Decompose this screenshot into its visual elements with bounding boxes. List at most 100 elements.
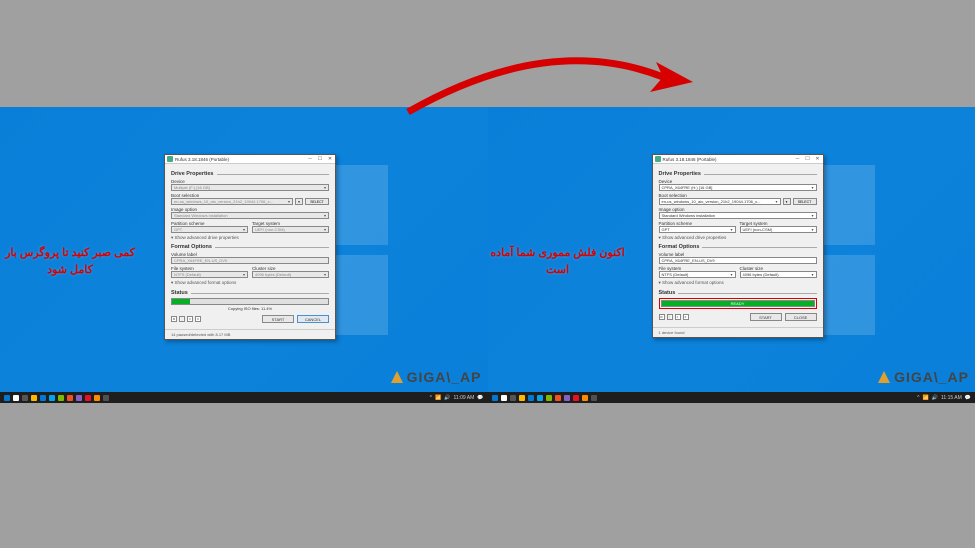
image-option-select[interactable]: Standard Windows installation [171,212,329,219]
start-icon[interactable] [492,395,498,401]
app-icon-1[interactable] [49,395,55,401]
titlebar[interactable]: Rufus 3.18.1846 (Portable) ─ ☐ ✕ [165,155,335,164]
app-icon-4[interactable] [76,395,82,401]
adv-drive-link[interactable]: ▾ Show advanced drive properties [171,235,329,241]
ready-text: READY [662,301,814,306]
tray-wifi-icon[interactable]: 📶 [435,395,441,401]
app-icon-3[interactable] [67,395,73,401]
ready-highlight: READY [659,298,817,309]
titlebar[interactable]: Rufus 3.18.1846 (Portable) ─ ☐ ✕ [653,155,823,164]
app-icon-7[interactable] [591,395,597,401]
app-icon-1[interactable] [537,395,543,401]
app-icon [167,156,173,162]
app-icon-7[interactable] [103,395,109,401]
adv-drive-link[interactable]: ▾ Show advanced drive properties [659,235,817,241]
cluster-select[interactable]: 4096 bytes (Default) [740,271,817,278]
hash-icon[interactable]: # [683,314,689,320]
select-button[interactable]: SELECT [793,198,817,205]
tray-chevron-icon[interactable]: ^ [917,395,919,401]
rufus-window-left: Rufus 3.18.1846 (Portable) ─ ☐ ✕ Drive P… [164,154,336,340]
progress-bar [171,298,329,305]
info-icon[interactable]: ⓘ [667,314,673,320]
partition-select[interactable]: GPT [171,226,248,233]
app-icon-3[interactable] [555,395,561,401]
taskview-icon[interactable] [22,395,28,401]
app-icon [655,156,661,162]
tray-chevron-icon[interactable]: ^ [430,395,432,401]
volume-label-input[interactable]: CPRA_X64FRE_EN-US_DV9 [659,257,817,264]
edge-icon[interactable] [40,395,46,401]
fs-select[interactable]: NTFS (Default) [171,271,248,278]
progress-bar: READY [661,300,815,307]
tray-clock[interactable]: 11:15 AM [941,395,962,401]
tray-clock[interactable]: 11:09 AM [454,395,475,401]
boot-selection-select[interactable]: en-us_windows_10_aio_version_21h2_19044.… [171,198,293,205]
taskbar[interactable]: ^ 📶 🔊 11:09 AM 💬 [0,392,488,403]
start-button[interactable]: START [750,313,782,321]
tray-notifications-icon[interactable]: 💬 [965,395,971,401]
maximize-button[interactable]: ☐ [803,155,813,164]
boot-selection-select[interactable]: en-us_windows_10_aio_version_21h2_19044.… [659,198,781,205]
volume-label-input[interactable]: CPRA_X64FRE_EN-US_DV9 [171,257,329,264]
cluster-select[interactable]: 4096 bytes (Default) [252,271,329,278]
start-button[interactable]: START [262,315,294,323]
caption-left: کمی صبر کنید تا پروگرس بار کامل شود [0,245,148,278]
section-status: Status [659,290,817,296]
start-icon[interactable] [4,395,10,401]
edge-icon[interactable] [528,395,534,401]
arrow-icon [398,42,698,122]
close-button[interactable]: ✕ [813,155,823,164]
settings-icon[interactable]: ≡ [675,314,681,320]
tray-notifications-icon[interactable]: 💬 [477,395,483,401]
taskview-icon[interactable] [510,395,516,401]
app-icon-2[interactable] [546,395,552,401]
search-icon[interactable] [13,395,19,401]
watermark: GIGA\_AP [878,369,969,385]
hash-icon[interactable]: # [195,316,201,322]
image-option-select[interactable]: Standard Windows installation [659,212,817,219]
app-icon-5[interactable] [573,395,579,401]
footer-status: 14 paused/detected with 8.17 MB [165,329,335,339]
device-select[interactable]: CPRA_X64FRE (H:) [16 GB] [659,184,817,191]
settings-icon[interactable]: ≡ [187,316,193,322]
screenshot-left: کمی صبر کنید تا پروگرس بار کامل شود Rufu… [0,107,488,403]
app-icon-2[interactable] [58,395,64,401]
section-format-options: Format Options [171,244,329,250]
tray-wifi-icon[interactable]: 📶 [923,395,929,401]
app-icon-4[interactable] [564,395,570,401]
caption-right: اکنون فلش مموری شما آماده است [488,245,636,278]
log-icon[interactable]: ⚙ [171,316,177,322]
partition-select[interactable]: GPT [659,226,736,233]
target-select[interactable]: UEFI (non-CSM) [252,226,329,233]
explorer-icon[interactable] [31,395,37,401]
tray-volume-icon[interactable]: 🔊 [444,395,450,401]
info-icon[interactable]: ⓘ [179,316,185,322]
device-select[interactable]: Multiple (F:) [16 GB] [171,184,329,191]
maximize-button[interactable]: ☐ [315,155,325,164]
window-title: Rufus 3.18.1846 (Portable) [663,157,793,162]
tray-volume-icon[interactable]: 🔊 [932,395,938,401]
search-icon[interactable] [501,395,507,401]
adv-format-link[interactable]: ▾ Show advanced format options [171,280,329,286]
boot-dd-button[interactable]: ▾ [783,198,791,205]
explorer-icon[interactable] [519,395,525,401]
rufus-window-right: Rufus 3.18.1846 (Portable) ─ ☐ ✕ Drive P… [652,154,824,338]
taskbar[interactable]: ^ 📶 🔊 11:15 AM 💬 [488,392,975,403]
minimize-button[interactable]: ─ [793,155,803,164]
select-button[interactable]: SELECT [305,198,329,205]
close-button[interactable]: ✕ [325,155,335,164]
footer-status: 1 device found [653,327,823,337]
adv-format-link[interactable]: ▾ Show advanced format options [659,280,817,286]
app-icon-6[interactable] [582,395,588,401]
boot-dd-button[interactable]: ▾ [295,198,303,205]
log-icon[interactable]: ⚙ [659,314,665,320]
app-icon-6[interactable] [94,395,100,401]
app-icon-5[interactable] [85,395,91,401]
cancel-button[interactable]: CANCEL [297,315,329,323]
target-select[interactable]: UEFI (non-CSM) [740,226,817,233]
fs-select[interactable]: NTFS (Default) [659,271,736,278]
section-status: Status [171,290,329,296]
progress-text: Copying ISO files: 11.4% [171,306,329,311]
close-button-2[interactable]: CLOSE [785,313,817,321]
minimize-button[interactable]: ─ [305,155,315,164]
